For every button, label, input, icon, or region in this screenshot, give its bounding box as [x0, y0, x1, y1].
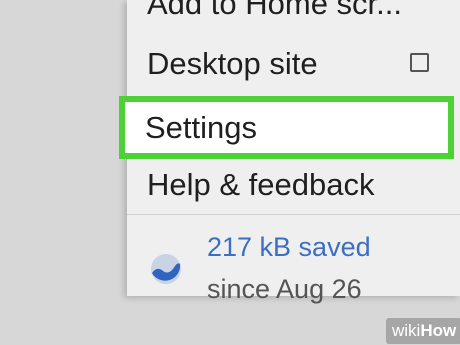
menu-item-label: Add to Home scr...	[147, 0, 402, 21]
wikihow-watermark: wikiHow	[386, 318, 460, 344]
data-saved-amount[interactable]: 217 kB saved	[207, 232, 371, 263]
menu-item-label: Help & feedback	[147, 167, 375, 202]
watermark-wiki: wiki	[392, 321, 421, 340]
desktop-site-checkbox[interactable]	[410, 53, 429, 72]
menu-divider	[127, 214, 460, 215]
watermark-how: How	[420, 321, 457, 340]
menu-item-label: Desktop site	[147, 46, 318, 81]
menu-item-help-feedback[interactable]: Help & feedback	[127, 165, 460, 205]
menu-item-label: Settings	[145, 110, 258, 145]
data-saved-since: since Aug 26	[207, 274, 362, 304]
menu-item-add-to-home-screen[interactable]: Add to Home scr...	[127, 0, 460, 22]
data-saver-icon	[151, 254, 181, 284]
menu-item-settings[interactable]: Settings	[119, 96, 454, 159]
